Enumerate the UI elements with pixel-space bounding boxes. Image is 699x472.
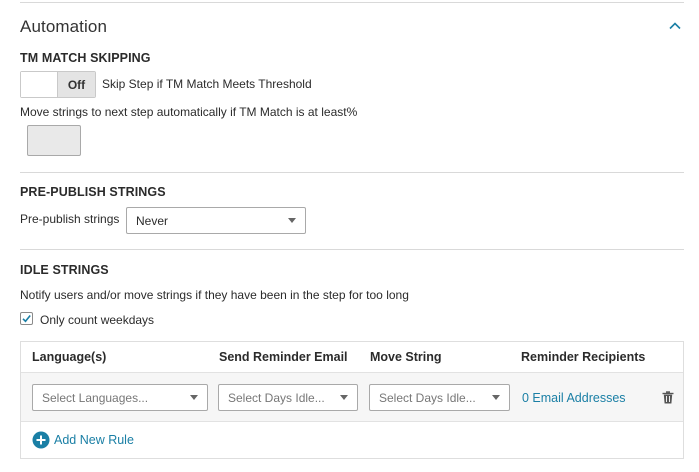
column-header-recipients: Reminder Recipients [521, 350, 646, 364]
tm-skipping-heading: TM MATCH SKIPPING [20, 51, 151, 65]
section-title: Automation [20, 17, 107, 36]
caret-down-icon [288, 218, 296, 223]
column-header-languages: Language(s) [32, 350, 107, 364]
tm-threshold-label: Move strings to next step automatically … [20, 105, 358, 119]
move-days-select[interactable]: Select Days Idle... [369, 384, 510, 411]
idle-rules-table: Language(s) Send Reminder Email Move Str… [20, 341, 684, 459]
move-days-placeholder: Select Days Idle... [379, 390, 476, 405]
pre-publish-selected-value: Never [136, 213, 169, 228]
idle-strings-heading: IDLE STRINGS [20, 263, 109, 277]
toggle-off-label: Off [57, 72, 95, 97]
caret-down-icon [190, 395, 198, 400]
plus-circle-icon[interactable] [32, 431, 50, 449]
pre-publish-label: Pre-publish strings [20, 212, 120, 226]
tm-skip-toggle[interactable]: Off [20, 71, 96, 98]
reminder-days-placeholder: Select Days Idle... [228, 390, 325, 405]
trash-icon[interactable] [662, 391, 674, 404]
email-recipients-link[interactable]: 0 Email Addresses [522, 391, 626, 405]
weekdays-checkbox[interactable] [20, 312, 33, 325]
idle-strings-description: Notify users and/or move strings if they… [20, 288, 409, 302]
section-divider [20, 172, 684, 173]
tm-threshold-input[interactable] [27, 125, 81, 156]
column-header-send-reminder: Send Reminder Email [219, 350, 348, 364]
pre-publish-select[interactable]: Never [126, 207, 306, 234]
column-header-move-string: Move String [370, 350, 442, 364]
pre-publish-heading: PRE-PUBLISH STRINGS [20, 185, 166, 199]
top-divider [20, 2, 684, 3]
add-new-rule-button[interactable]: Add New Rule [54, 433, 134, 447]
section-divider [20, 249, 684, 250]
tm-skip-description: Skip Step if TM Match Meets Threshold [102, 77, 312, 91]
weekdays-label: Only count weekdays [40, 313, 155, 327]
reminder-days-select[interactable]: Select Days Idle... [218, 384, 358, 411]
toggle-track [21, 72, 57, 97]
languages-select[interactable]: Select Languages... [32, 384, 208, 411]
caret-down-icon [340, 395, 348, 400]
chevron-up-icon[interactable] [668, 19, 682, 33]
caret-down-icon [492, 395, 500, 400]
rules-table-header: Language(s) Send Reminder Email Move Str… [21, 342, 683, 372]
languages-placeholder: Select Languages... [42, 390, 149, 405]
